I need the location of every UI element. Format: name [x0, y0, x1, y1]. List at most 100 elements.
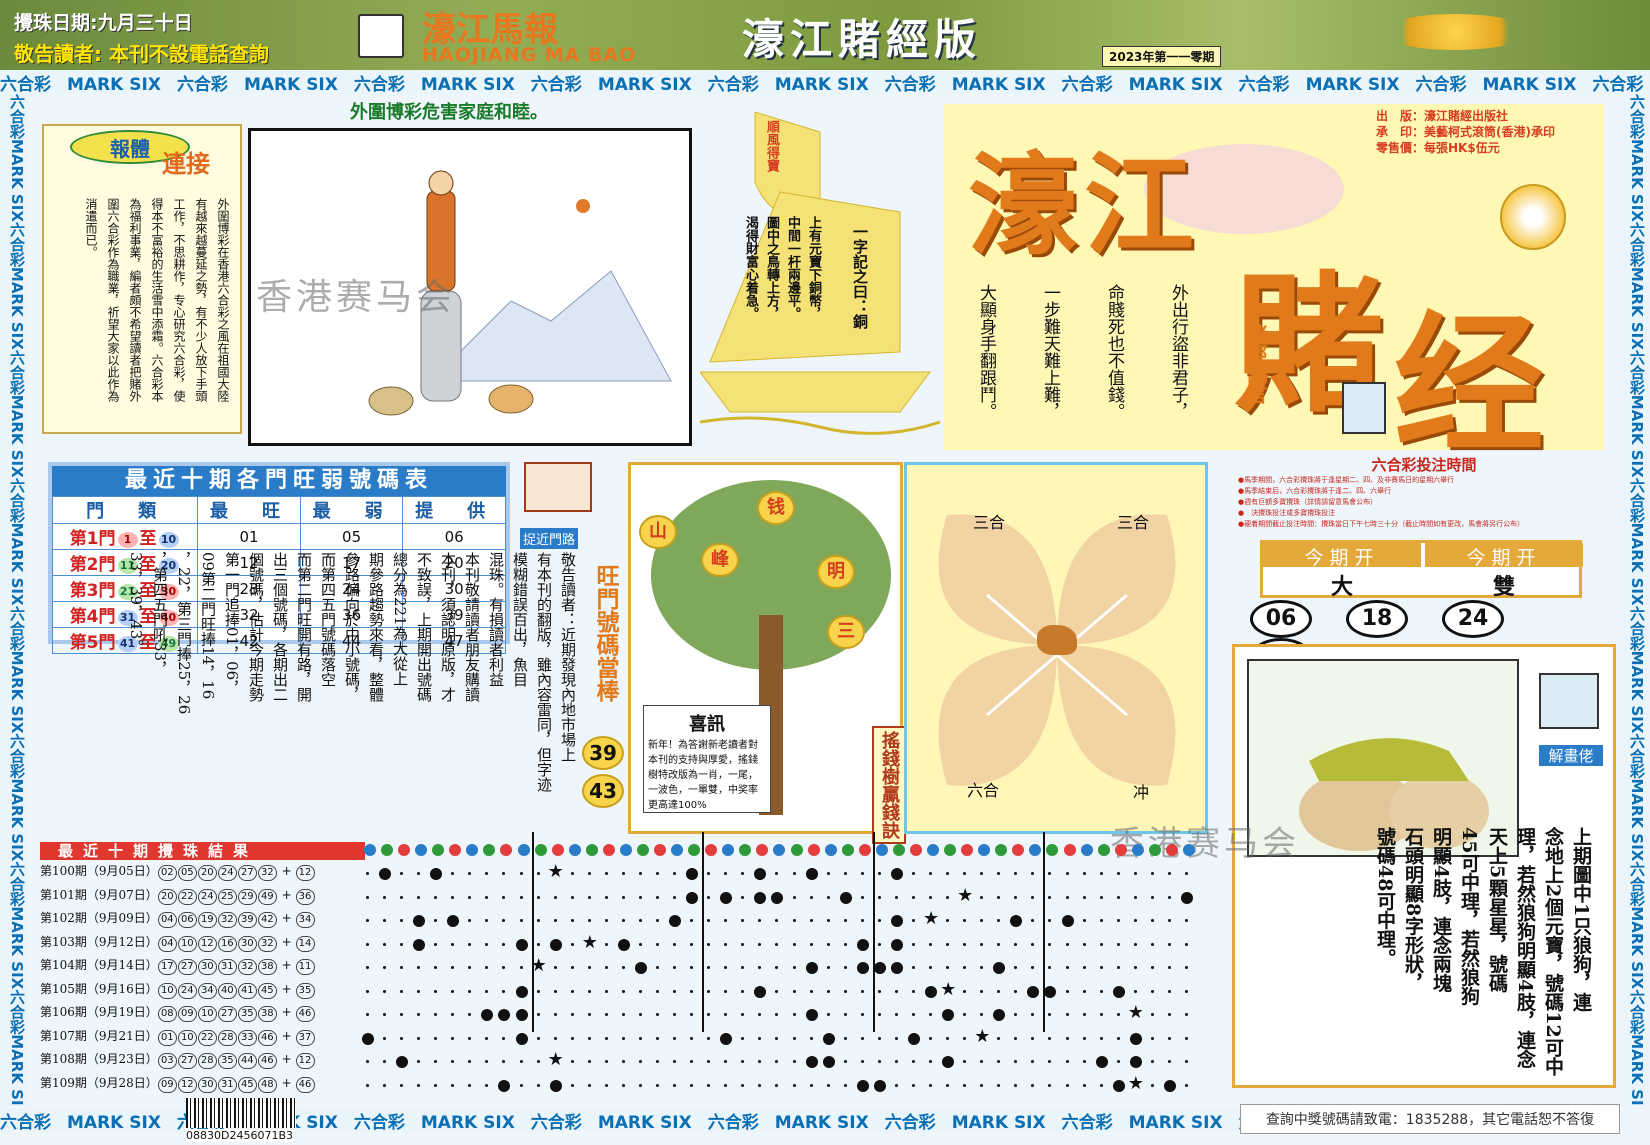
analysis-line: 33，39，43。 [127, 552, 145, 655]
result-number: 04 [157, 935, 177, 952]
drawn-dot [890, 938, 903, 951]
empty-dot [997, 1083, 1001, 1087]
empty-dot [809, 942, 813, 946]
result-number: 32 [257, 935, 277, 952]
empty-dot [1014, 989, 1018, 993]
empty-dot [656, 895, 660, 899]
analysis-line: 有本刊的翻版，雖內容雷同，但字迹 [535, 552, 553, 792]
header-ball [773, 844, 786, 856]
empty-dot [673, 1083, 677, 1087]
empty-dot [911, 872, 915, 875]
empty-dot [1065, 942, 1069, 946]
header-ball [654, 844, 667, 856]
result-number: 44 [237, 1053, 257, 1069]
empty-dot [946, 919, 950, 922]
strip-text: 六合彩 [530, 75, 582, 94]
special-number: 35 [295, 982, 315, 999]
empty-dot [775, 1083, 779, 1087]
empty-dot [775, 1013, 779, 1016]
drawn-dot [720, 891, 733, 904]
empty-dot [911, 989, 915, 993]
strip-text: MARK SIX [951, 1113, 1046, 1132]
empty-dot [690, 1083, 694, 1087]
empty-dot [502, 1036, 506, 1040]
drawn-dot [839, 891, 852, 904]
hotline: 查詢中獎號碼請致電：1835288，其它電話恕不答復 [1240, 1104, 1620, 1134]
article-column: 外圍博彩在香港六合彩之風在祖國大陸 [216, 198, 230, 402]
drawn-dot [720, 1032, 733, 1045]
gate-headline: 旺門號碼當棒 [592, 564, 619, 702]
empty-dot [1031, 895, 1035, 899]
empty-dot [1014, 872, 1018, 875]
empty-dot [621, 989, 625, 993]
empty-dot [1065, 872, 1069, 875]
empty-dot [929, 872, 933, 875]
tree-fruit: 山 [639, 515, 677, 549]
result-number: 25 [217, 888, 237, 905]
empty-dot [1184, 1013, 1188, 1016]
empty-dot [707, 895, 711, 899]
empty-dot [1150, 895, 1154, 899]
empty-dot [707, 919, 711, 922]
strip-text: MARK SIX [1628, 394, 1646, 478]
empty-dot [1099, 1083, 1103, 1087]
empty-dot [775, 966, 779, 969]
result-label: 第105期（9月16日） [40, 981, 158, 996]
empty-dot [434, 1013, 438, 1016]
empty-dot [1167, 872, 1171, 875]
empty-dot [1031, 1060, 1035, 1063]
empty-dot [826, 989, 830, 993]
empty-dot [366, 1013, 369, 1016]
plus-sign: + [277, 934, 296, 949]
special-star: ★ [923, 908, 940, 929]
empty-dot [451, 1013, 455, 1016]
strip-text: 六合彩 [0, 1113, 51, 1132]
riddle-label: 解畫佬 [1539, 745, 1603, 766]
empty-dot [366, 919, 369, 922]
gate-icon [524, 462, 592, 512]
drawn-dot [1027, 985, 1040, 998]
special-number: 12 [295, 865, 315, 881]
empty-dot [587, 1083, 591, 1087]
empty-dot [946, 1036, 950, 1040]
empty-dot [656, 942, 660, 946]
empty-dot [1082, 1036, 1086, 1040]
empty-dot [1167, 1013, 1171, 1016]
strip-text: MARK SIX [597, 75, 692, 94]
empty-dot [468, 895, 472, 899]
empty-dot [553, 895, 557, 899]
betting-title: 六合彩投注時間 [1371, 456, 1477, 474]
warning-text: 外圍博彩危害家庭和睦。 [350, 102, 548, 123]
empty-dot [468, 1060, 472, 1063]
drawn-dot [1163, 1079, 1176, 1092]
empty-dot [1082, 919, 1086, 922]
drawn-dot [890, 915, 903, 927]
betting-line: ●馬季期間，六合彩攪珠將于逢星期二、四、及非賽馬日的星期六舉行 [1238, 476, 1455, 484]
empty-dot [656, 872, 660, 875]
empty-dot [1082, 966, 1086, 969]
empty-dot [536, 1036, 540, 1040]
result-number: 35 [237, 1006, 257, 1022]
empty-dot [997, 872, 1001, 875]
article-text: 外圍博彩在香港六合彩之風在祖國大陸 有越來越蔓延之勢，有不少人放下手頭 工作，不思耕… [80, 198, 234, 430]
drawn-dot [686, 891, 699, 904]
zodiac-panel: 三合 三合 六合 冲 [904, 462, 1208, 834]
drawn-dot [379, 868, 392, 880]
result-number: 24 [197, 888, 217, 905]
empty-dot [1150, 942, 1154, 946]
empty-dot [1099, 895, 1103, 899]
header-ball [875, 844, 888, 856]
empty-dot [366, 989, 369, 993]
analysis-line: 總分為221為大從上 [391, 552, 409, 686]
empty-dot [707, 942, 711, 946]
betting-lines: ●馬季期間，六合彩攪珠將于逢星期二、四、及非賽馬日的星期六舉行 ●馬季結束后，六合… [1238, 475, 1610, 530]
analysis-line: 期參路趨勢來看，整體 [367, 552, 385, 702]
riddle-line: 上期圖中1只狼狗，連 [1570, 827, 1592, 1012]
gate-name: 第1門 [69, 529, 116, 549]
gate-ball: 43 [582, 774, 624, 808]
result-number: 09 [157, 1076, 177, 1093]
strip-text: MARK SIX [1482, 75, 1577, 94]
empty-dot [963, 1060, 967, 1063]
header-ball [824, 844, 837, 856]
empty-dot [400, 942, 404, 946]
